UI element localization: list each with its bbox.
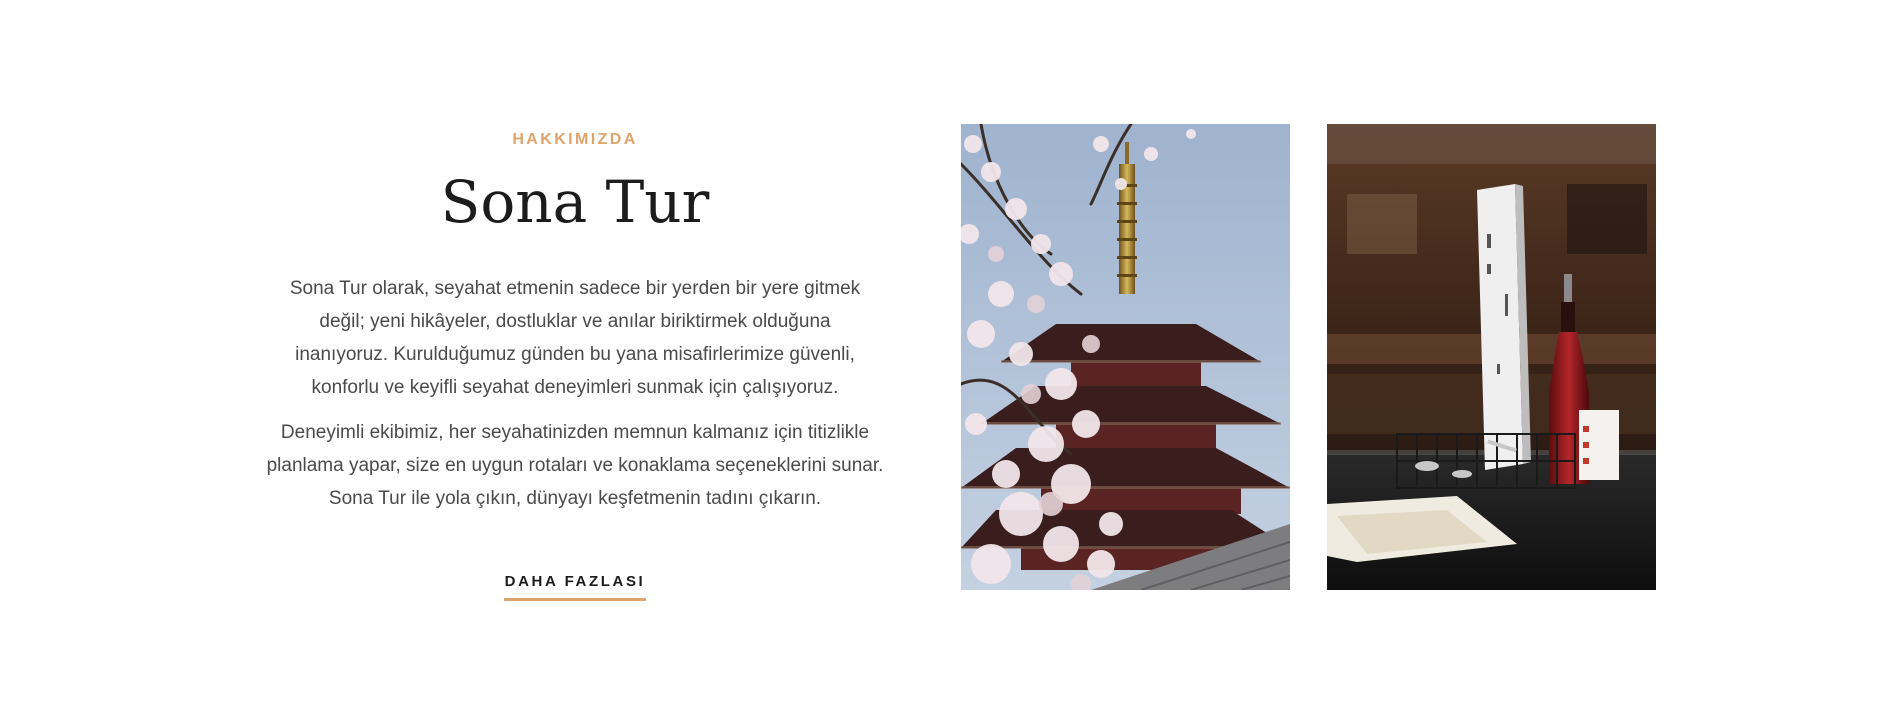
cafe-photo — [1327, 124, 1656, 590]
section-eyebrow: HAKKIMIZDA — [512, 131, 638, 148]
section-title: Sona Tur — [440, 168, 710, 236]
pagoda-image — [961, 124, 1290, 590]
about-text-column: HAKKIMIZDA Sona Tur Sona Tur olarak, sey… — [230, 118, 920, 601]
about-paragraph-2: Deneyimli ekibimiz, her seyahatinizden m… — [266, 422, 884, 509]
cafe-image — [1327, 124, 1656, 590]
more-button[interactable]: DAHA FAZLASI — [503, 573, 647, 601]
pagoda-photo — [961, 124, 1290, 590]
about-paragraph-1: Sona Tur olarak, seyahat etmenin sadece … — [289, 278, 861, 398]
about-section: HAKKIMIZDA Sona Tur Sona Tur olarak, sey… — [0, 0, 1880, 707]
